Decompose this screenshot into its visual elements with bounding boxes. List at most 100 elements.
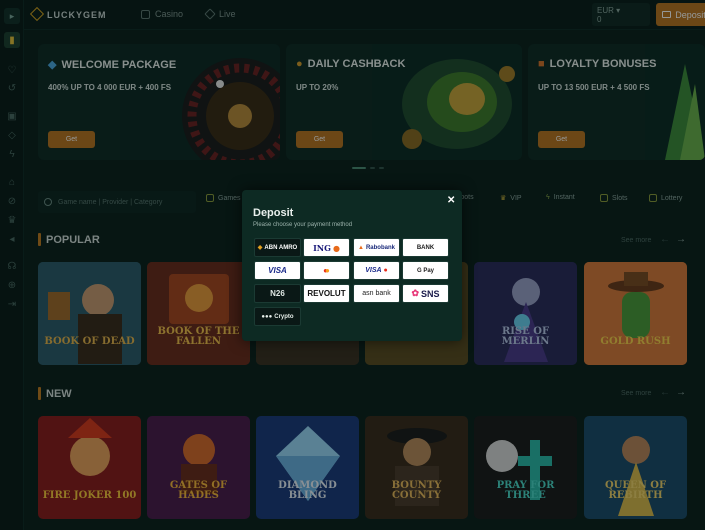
promo-subtitle: 400% UP TO 4 000 EUR + 400 FS bbox=[48, 83, 172, 92]
top-bar: LUCKYGEM Casino Live EUR ▾ 0 Deposit bbox=[24, 0, 705, 30]
payment-revolut[interactable]: REVOLUT bbox=[303, 284, 350, 303]
slots-icon bbox=[600, 194, 608, 202]
bank-icon[interactable]: ⌂ bbox=[4, 174, 20, 190]
game-title: BOOK OF DEAD bbox=[44, 336, 135, 347]
modal-title: Deposit bbox=[253, 207, 294, 219]
game-title: RISE OF MERLIN bbox=[501, 326, 550, 347]
live-icon bbox=[204, 8, 216, 20]
lightning-icon[interactable]: ϟ bbox=[4, 146, 20, 162]
gem-logo-icon bbox=[29, 6, 45, 22]
see-more-link[interactable]: See more bbox=[621, 390, 651, 397]
diamond-icon[interactable]: ◇ bbox=[4, 127, 20, 143]
game-title: BOUNTY COUNTY bbox=[391, 480, 442, 501]
game-title: FIRE JOKER 100 bbox=[42, 490, 137, 501]
promo-subtitle: UP TO 20% bbox=[296, 83, 339, 92]
heart-icon[interactable]: ♡ bbox=[4, 62, 20, 78]
payment-ing[interactable]: ING ● bbox=[303, 238, 350, 257]
chip-icon[interactable]: ⊘ bbox=[4, 193, 20, 209]
game-tile[interactable]: RISE OF MERLIN bbox=[474, 262, 577, 365]
game-title: QUEEN OF REBIRTH bbox=[604, 480, 667, 501]
see-more-link[interactable]: See more bbox=[621, 237, 651, 244]
nav-live[interactable]: Live bbox=[204, 8, 236, 20]
payment-visa-mastercard[interactable]: VISA ● bbox=[353, 261, 400, 280]
carousel-dot[interactable] bbox=[379, 167, 384, 169]
carousel-dot[interactable] bbox=[370, 167, 375, 169]
gift-icon: ■ bbox=[538, 58, 545, 70]
arrow-right-icon[interactable]: → bbox=[676, 234, 686, 245]
casino-icon bbox=[141, 9, 150, 19]
lightning-icon: ϟ bbox=[546, 194, 550, 201]
promo-title: ■ LOYALTY BONUSES bbox=[538, 58, 657, 70]
promo-title: ● DAILY CASHBACK bbox=[296, 58, 406, 70]
game-tile[interactable]: BOOK OF THE FALLEN bbox=[147, 262, 250, 365]
game-tile[interactable]: GATES OF HADES bbox=[147, 416, 250, 519]
filter-slots[interactable]: Slots bbox=[600, 194, 628, 202]
left-sidebar: ▸ ▮ ♡ ↺ ▣ ◇ ϟ ⌂ ⊘ ♛ ◂ ☊ ⊕ ⇥ bbox=[0, 0, 24, 530]
game-title: PRAY FOR THREE bbox=[496, 480, 555, 501]
game-tile[interactable]: GOLD RUSH bbox=[584, 262, 687, 365]
modal-subtitle: Please choose your payment method bbox=[253, 222, 353, 228]
money-bag-icon: ● bbox=[296, 58, 303, 70]
close-icon[interactable]: ✕ bbox=[447, 195, 455, 206]
language-icon[interactable]: ⊕ bbox=[4, 277, 20, 293]
get-button[interactable]: Get bbox=[296, 131, 343, 148]
promo-subtitle: UP TO 13 500 EUR + 4 500 FS bbox=[538, 83, 650, 92]
balance-selector[interactable]: EUR ▾ 0 bbox=[592, 3, 650, 26]
history-icon[interactable]: ↺ bbox=[4, 80, 20, 96]
get-button[interactable]: Get bbox=[48, 131, 95, 148]
game-tile[interactable]: FIRE JOKER 100 bbox=[38, 416, 141, 519]
wallet-icon bbox=[662, 11, 672, 18]
promo-title: ◆ WELCOME PACKAGE bbox=[48, 58, 177, 72]
filter-vip[interactable]: ♛ VIP bbox=[500, 194, 522, 203]
nav-casino[interactable]: Casino bbox=[141, 9, 183, 19]
filter-instant[interactable]: ϟ Instant bbox=[546, 194, 575, 201]
payment-n26[interactable]: N26 bbox=[254, 284, 301, 303]
game-title: GATES OF HADES bbox=[169, 480, 228, 501]
chart-icon[interactable]: ▮ bbox=[4, 32, 20, 48]
game-title: GOLD RUSH bbox=[600, 336, 671, 347]
filter-lottery[interactable]: Lottery bbox=[649, 194, 682, 202]
game-tile[interactable]: DIAMOND BLING bbox=[256, 416, 359, 519]
payment-sns[interactable]: ✿ SNS bbox=[402, 284, 449, 303]
game-tile[interactable]: QUEEN OF REBIRTH bbox=[584, 416, 687, 519]
arrow-right-icon[interactable]: → bbox=[676, 387, 686, 398]
crypto-icon: ●●● bbox=[261, 313, 273, 320]
payment-abn-amro[interactable]: ◆ ABN AMRO bbox=[254, 238, 301, 257]
payment-google-pay[interactable]: G Pay bbox=[402, 261, 449, 280]
section-title-new: NEW bbox=[38, 387, 72, 400]
support-icon[interactable]: ☊ bbox=[4, 258, 20, 274]
logo[interactable]: LUCKYGEM bbox=[29, 6, 107, 22]
deposit-button[interactable]: Deposit bbox=[656, 3, 705, 26]
menu-toggle-icon[interactable]: ▸ bbox=[4, 8, 20, 24]
carousel-dots bbox=[352, 167, 384, 169]
filter-games[interactable]: Games bbox=[206, 194, 241, 202]
slots-icon[interactable]: ▣ bbox=[4, 108, 20, 124]
games-icon bbox=[206, 194, 214, 202]
payment-visa[interactable]: VISA bbox=[254, 261, 301, 280]
arrow-left-icon[interactable]: ← bbox=[660, 234, 670, 245]
payment-mastercard[interactable]: ● ● bbox=[303, 261, 350, 280]
payment-crypto[interactable]: ●●● Crypto bbox=[254, 307, 301, 326]
game-title: BOOK OF THE FALLEN bbox=[157, 326, 240, 347]
promo-card-loyalty[interactable]: ■ LOYALTY BONUSES UP TO 13 500 EUR + 4 50… bbox=[528, 44, 705, 160]
payment-asn-bank[interactable]: asn bank bbox=[353, 284, 400, 303]
payment-rabobank[interactable]: ▲ Rabobank bbox=[353, 238, 400, 257]
search-icon bbox=[44, 198, 52, 206]
crown-icon: ♛ bbox=[500, 195, 507, 202]
payment-bank-transfer[interactable]: BANK bbox=[402, 238, 449, 257]
megaphone-icon[interactable]: ◂ bbox=[4, 231, 20, 247]
promo-card-cashback[interactable]: ● DAILY CASHBACK UP TO 20% Get bbox=[286, 44, 522, 160]
game-title: DIAMOND BLING bbox=[278, 480, 337, 501]
crown-icon[interactable]: ♛ bbox=[4, 212, 20, 228]
search-input[interactable]: Game name | Provider | Category bbox=[38, 191, 196, 213]
game-tile[interactable]: PRAY FOR THREE bbox=[474, 416, 577, 519]
carousel-dot[interactable] bbox=[352, 167, 366, 169]
game-tile[interactable]: BOUNTY COUNTY bbox=[365, 416, 468, 519]
arrow-left-icon[interactable]: ← bbox=[660, 387, 670, 398]
deposit-modal: ✕ Deposit Please choose your payment met… bbox=[242, 190, 462, 341]
get-button[interactable]: Get bbox=[538, 131, 585, 148]
promo-card-welcome[interactable]: ◆ WELCOME PACKAGE 400% UP TO 4 000 EUR + … bbox=[38, 44, 280, 160]
game-tile[interactable]: BOOK OF DEAD bbox=[38, 262, 141, 365]
section-title-popular: POPULAR bbox=[38, 233, 100, 246]
logout-icon[interactable]: ⇥ bbox=[4, 296, 20, 312]
